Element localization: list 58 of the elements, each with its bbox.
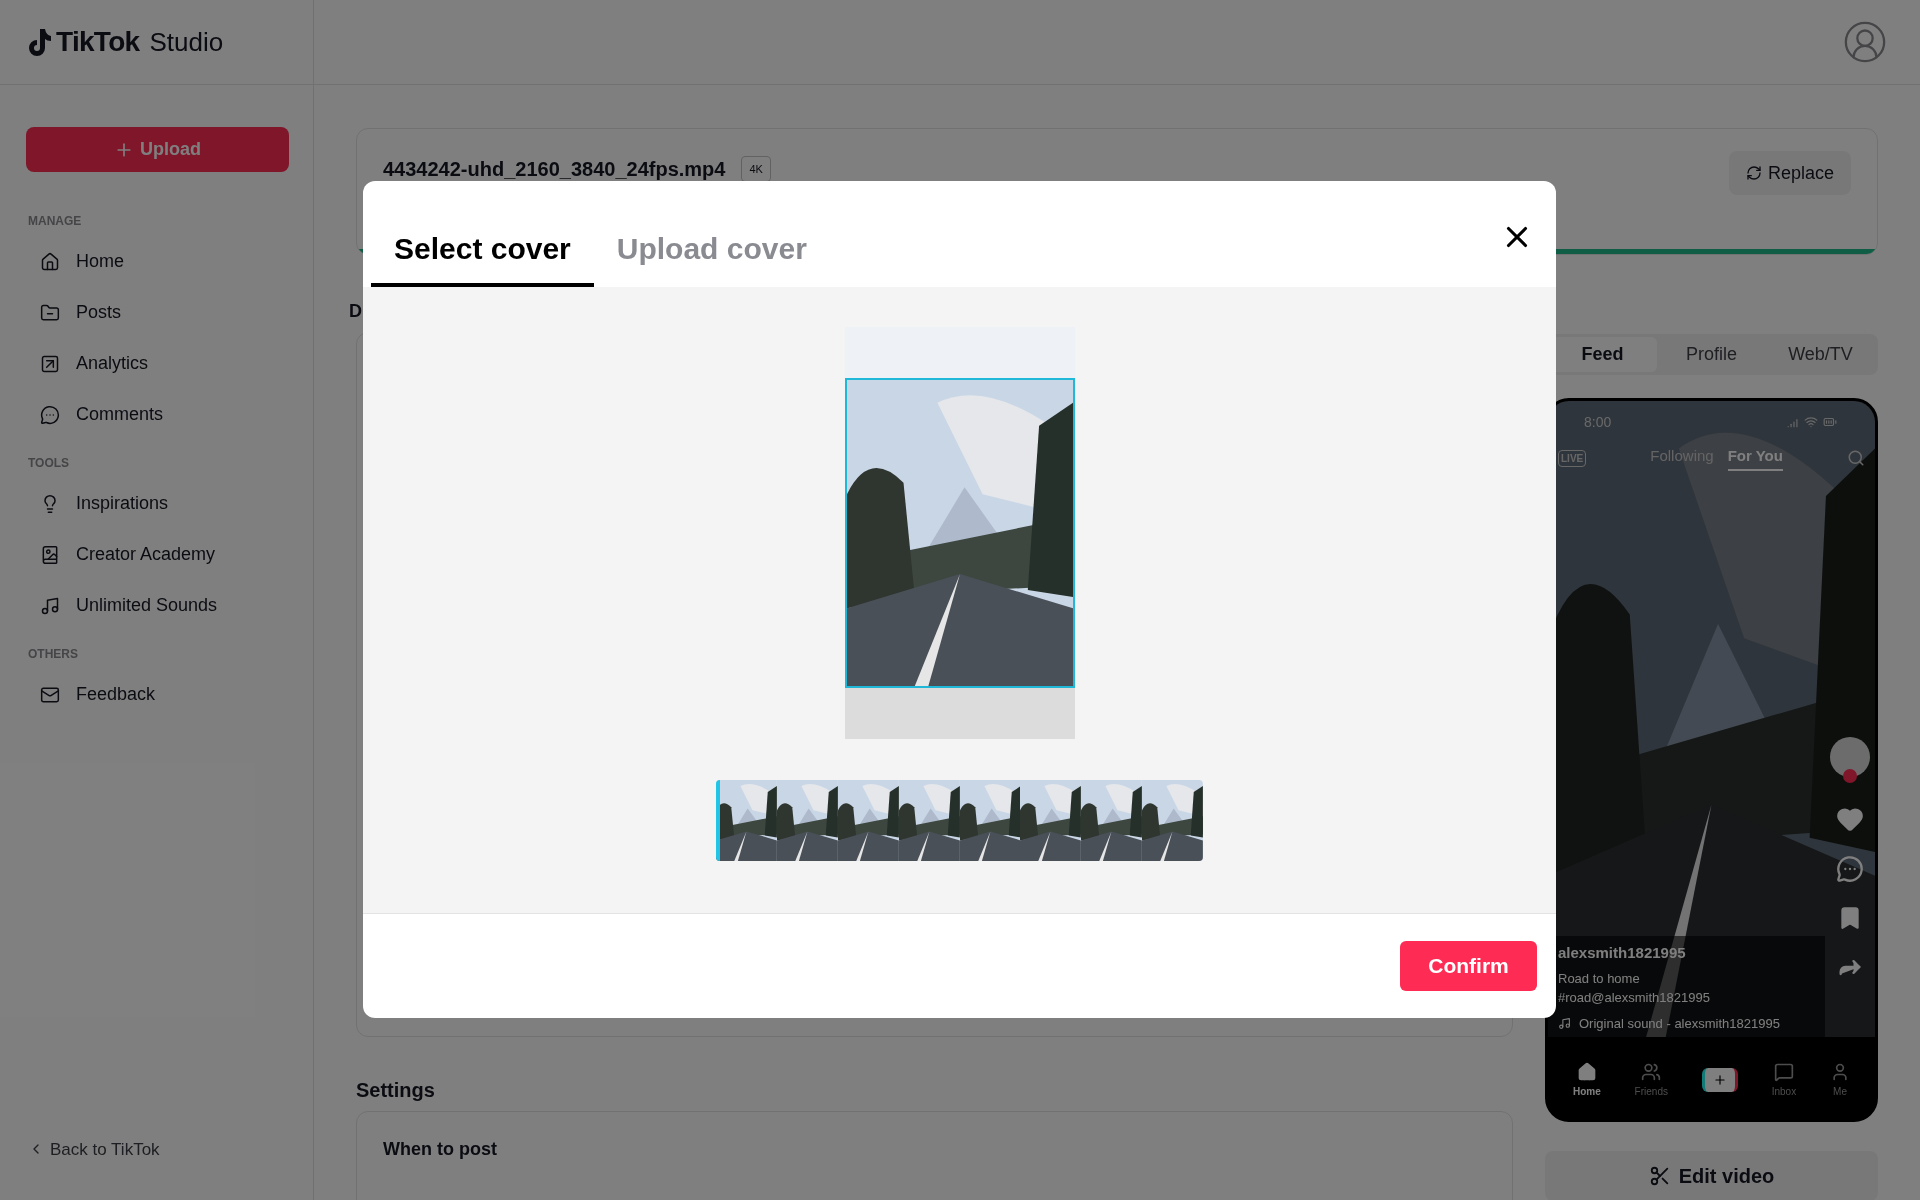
back-link[interactable]: Back to TikTok [28, 1136, 285, 1162]
sidebar-item[interactable]: Unlimited Sounds [14, 580, 299, 631]
people-icon [1641, 1061, 1662, 1082]
comment-icon [40, 404, 60, 425]
dialog-tab[interactable]: Upload cover [593, 213, 830, 287]
comment-icon[interactable] [1836, 855, 1864, 883]
wifi-icon [1804, 415, 1818, 429]
hashtags: #road@alexsmith1821995 [1558, 989, 1711, 1007]
filmstrip[interactable] [716, 780, 1203, 861]
refresh-icon [1745, 165, 1762, 181]
sidebar-item[interactable]: Analytics [14, 338, 299, 389]
sidebar-item[interactable]: Creator Academy [14, 529, 299, 580]
sidebar-item[interactable]: Posts [14, 287, 299, 338]
sidebar-item[interactable]: Comments [14, 389, 299, 440]
chart-icon [40, 353, 60, 374]
preview-tab[interactable]: Web/TV [1766, 337, 1875, 372]
section-heading: TOOLS [27, 455, 71, 472]
sidebar-item[interactable]: Home [14, 236, 299, 287]
sidebar-item[interactable]: Inspirations [14, 478, 299, 529]
sound-name: Original sound - alexsmith1821995 [1579, 1014, 1780, 1033]
phone-header-tab[interactable]: For You [1727, 444, 1783, 472]
music-note-icon [40, 595, 60, 616]
section-heading: D [349, 300, 362, 323]
create-button[interactable] [1701, 1068, 1738, 1092]
video-caption: Road to home [1558, 969, 1641, 988]
phone-nav-item[interactable]: Inbox [1771, 1061, 1797, 1099]
replace-button[interactable]: Replace [1728, 151, 1851, 195]
phone-nav-item[interactable]: Me [1830, 1061, 1851, 1099]
scrubber-handle[interactable] [716, 780, 720, 861]
sidebar-item[interactable]: Feedback [14, 669, 299, 720]
music-note-icon [1558, 1016, 1571, 1030]
field-label: When to post [383, 1139, 497, 1159]
brand-name: TikTok [56, 25, 140, 59]
search-icon[interactable] [1847, 449, 1865, 467]
file-name: 4434242-uhd_2160_3840_24fps.mp4 [383, 158, 726, 180]
section-heading: MANAGE [27, 213, 83, 230]
plus-icon [1712, 1073, 1727, 1087]
folder-icon [40, 302, 60, 323]
phone-nav-item[interactable]: Home [1572, 1061, 1601, 1099]
preview-tab[interactable]: Profile [1657, 337, 1766, 372]
battery-icon [1821, 415, 1839, 429]
section-heading: OTHERS [27, 646, 79, 663]
logo-icon [26, 27, 52, 57]
phone-nav-item[interactable]: Friends [1634, 1061, 1668, 1099]
home-icon [1576, 1061, 1597, 1082]
brand-suffix: Studio [149, 25, 224, 59]
section-heading: Settings [356, 1078, 436, 1103]
book-icon [40, 544, 60, 565]
status-time: 8:00 [1584, 412, 1612, 432]
upload-button[interactable]: Upload [26, 127, 289, 172]
avatar-icon[interactable] [1842, 19, 1888, 65]
edit-video-button[interactable]: Edit video [1545, 1151, 1878, 1200]
message-icon [1773, 1061, 1794, 1082]
confirm-button[interactable]: Confirm [1400, 941, 1537, 991]
scissors-icon [1648, 1165, 1671, 1187]
heart-icon[interactable] [1836, 805, 1864, 833]
username: alexsmith1821995 [1558, 943, 1687, 963]
home-icon [40, 251, 60, 272]
